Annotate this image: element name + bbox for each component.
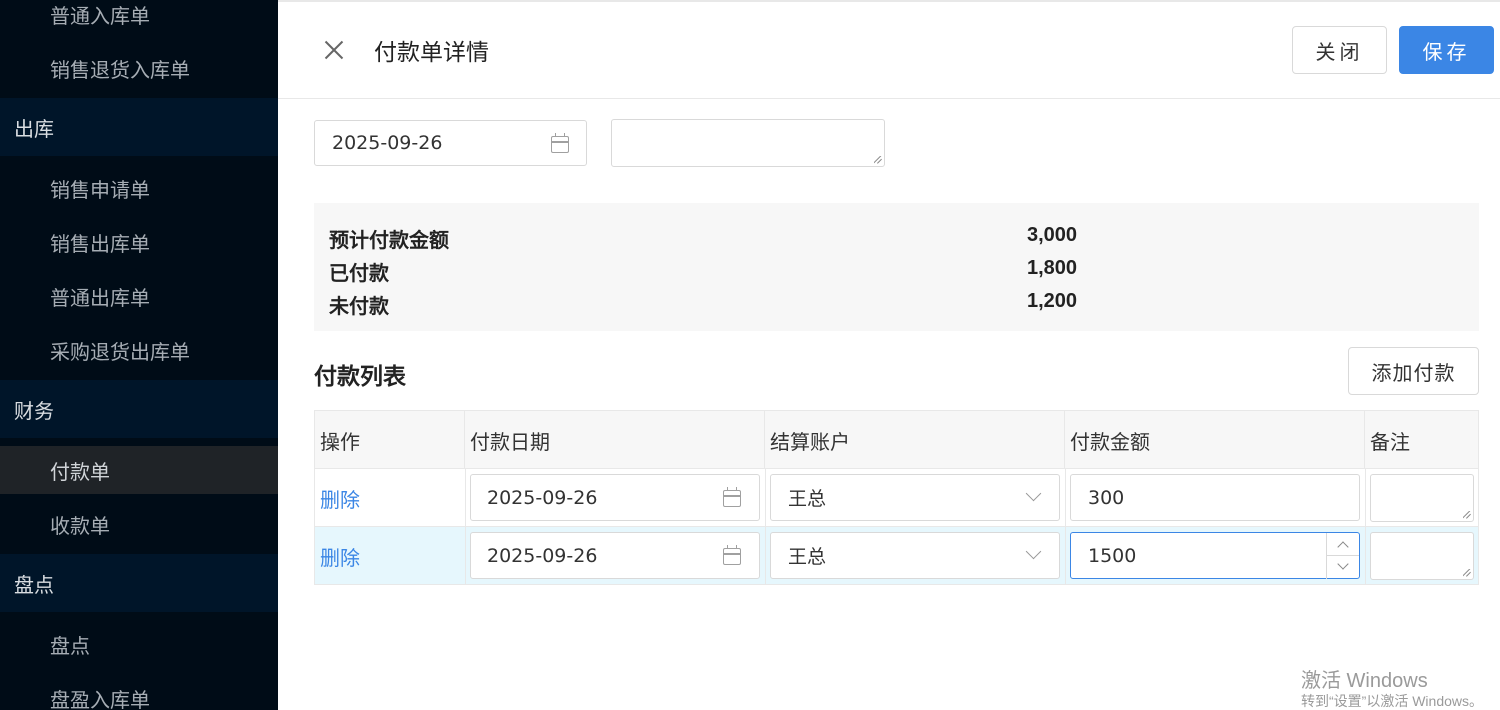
sidebar-item-normal-outbound[interactable]: 普通出库单 <box>0 272 278 320</box>
table-header: 操作 付款日期 结算账户 付款金额 备注 <box>315 411 1478 469</box>
add-payment-button[interactable]: 添加付款 <box>1348 347 1479 395</box>
payment-date-picker[interactable]: 2025-09-26 <box>470 474 760 521</box>
sidebar-item-label: 付款单 <box>50 459 110 484</box>
sidebar-group-inventory-check[interactable]: 盘点 <box>0 554 278 612</box>
close-icon[interactable] <box>322 38 346 62</box>
column-divider <box>765 469 766 527</box>
amount-input[interactable]: 300 <box>1070 474 1360 521</box>
amount-stepper <box>1326 533 1359 579</box>
amount-value: 300 <box>1088 486 1125 509</box>
sidebar-item-purchase-return-outbound[interactable]: 采购退货出库单 <box>0 326 278 374</box>
summary-label: 预计付款金额 <box>329 228 449 252</box>
calendar-icon <box>723 545 741 565</box>
account-value: 王总 <box>788 488 827 510</box>
drawer-header: 付款单详情 关闭 保存 <box>278 2 1500 99</box>
payment-date-value: 2025-09-26 <box>487 544 598 567</box>
payment-list-title: 付款列表 <box>314 364 406 390</box>
sidebar-item-label: 盘盈入库单 <box>50 687 150 710</box>
sidebar-item-normal-inbound[interactable]: 普通入库单 <box>0 0 278 38</box>
summary-value: 1,200 <box>1027 290 1078 312</box>
remark-textarea[interactable] <box>611 119 885 167</box>
amount-value: 1500 <box>1088 544 1137 567</box>
sidebar-item-label: 采购退货出库单 <box>50 339 190 364</box>
summary-label: 已付款 <box>329 261 389 285</box>
column-divider <box>1065 469 1066 527</box>
chevron-down-icon <box>1025 543 1042 560</box>
column-divider <box>1365 469 1366 527</box>
column-divider <box>465 469 466 527</box>
payment-table: 操作 付款日期 结算账户 付款金额 备注 删除 2025-09-26 王总 30… <box>314 410 1479 585</box>
calendar-icon <box>723 487 741 507</box>
page-title: 付款单详情 <box>374 40 489 66</box>
payment-date-picker[interactable]: 2025-09-26 <box>470 532 760 579</box>
sidebar-group-label: 财务 <box>14 398 54 423</box>
column-divider <box>765 527 766 585</box>
sidebar-group-finance[interactable]: 财务 <box>0 380 278 438</box>
decrement-button[interactable] <box>1327 556 1359 579</box>
column-header-action: 操作 <box>315 411 465 469</box>
column-divider <box>465 527 466 585</box>
remark-input[interactable] <box>1370 474 1474 522</box>
amount-input[interactable]: 1500 <box>1070 532 1360 579</box>
sidebar-item-label: 收款单 <box>50 513 110 538</box>
chevron-down-icon <box>1025 485 1042 502</box>
date-value: 2025-09-26 <box>332 132 443 154</box>
payment-date-value: 2025-09-26 <box>487 486 598 509</box>
table-row: 删除 2025-09-26 王总 1500 <box>315 527 1478 585</box>
activation-watermark-hint: 转到“设置”以激活 Windows。 <box>1301 693 1484 709</box>
delete-link[interactable]: 删除 <box>320 542 360 571</box>
sidebar-group-label: 盘点 <box>14 572 54 597</box>
save-button[interactable]: 保存 <box>1399 26 1494 74</box>
summary-label: 未付款 <box>329 294 389 318</box>
sidebar-item-label: 普通出库单 <box>50 285 150 310</box>
column-header-account: 结算账户 <box>765 411 1065 469</box>
payment-summary: 预计付款金额 3,000 已付款 1,800 未付款 1,200 <box>314 203 1479 331</box>
calendar-icon <box>551 133 569 153</box>
account-select[interactable]: 王总 <box>770 532 1060 579</box>
table-row: 删除 2025-09-26 王总 300 <box>315 469 1478 527</box>
activation-watermark-title: 激活 Windows <box>1301 670 1428 692</box>
sidebar-item-payment-order[interactable]: 付款单 <box>0 446 278 494</box>
column-divider <box>1365 527 1366 585</box>
sidebar-item-sales-return-inbound[interactable]: 销售退货入库单 <box>0 44 278 92</box>
account-select[interactable]: 王总 <box>770 474 1060 521</box>
remark-input[interactable] <box>1370 532 1474 580</box>
sidebar-item-inventory-check[interactable]: 盘点 <box>0 620 278 668</box>
sidebar-group-outbound[interactable]: 出库 <box>0 98 278 156</box>
column-header-remark: 备注 <box>1370 429 1410 454</box>
sidebar-group-label: 出库 <box>14 116 54 141</box>
column-header-date: 付款日期 <box>465 411 765 469</box>
sidebar-item-surplus-inbound[interactable]: 盘盈入库单 <box>0 674 278 710</box>
increment-button[interactable] <box>1327 533 1359 556</box>
close-button[interactable]: 关闭 <box>1292 26 1387 74</box>
delete-link[interactable]: 删除 <box>320 484 360 513</box>
sidebar: 普通入库单 销售退货入库单 出库 销售申请单 销售出库单 普通出库单 采购退货出… <box>0 0 278 710</box>
resize-handle-icon[interactable] <box>874 156 882 164</box>
chevron-up-icon <box>1337 541 1349 553</box>
sidebar-item-receipt-order[interactable]: 收款单 <box>0 500 278 548</box>
sidebar-item-label: 销售退货入库单 <box>50 57 190 82</box>
column-header-amount: 付款金额 <box>1065 411 1365 469</box>
summary-value: 3,000 <box>1027 224 1078 246</box>
sidebar-item-label: 销售出库单 <box>50 231 150 256</box>
sidebar-item-label: 普通入库单 <box>50 3 150 28</box>
column-divider <box>1065 527 1066 585</box>
sidebar-item-sales-outbound[interactable]: 销售出库单 <box>0 218 278 266</box>
chevron-down-icon <box>1337 558 1349 570</box>
sidebar-item-label: 盘点 <box>50 633 90 658</box>
resize-handle-icon[interactable] <box>1463 569 1471 577</box>
summary-value: 1,800 <box>1027 257 1078 279</box>
sidebar-item-label: 销售申请单 <box>50 177 150 202</box>
sidebar-item-sales-request[interactable]: 销售申请单 <box>0 164 278 212</box>
date-picker[interactable]: 2025-09-26 <box>314 120 587 166</box>
resize-handle-icon[interactable] <box>1463 511 1471 519</box>
account-value: 王总 <box>788 546 827 568</box>
